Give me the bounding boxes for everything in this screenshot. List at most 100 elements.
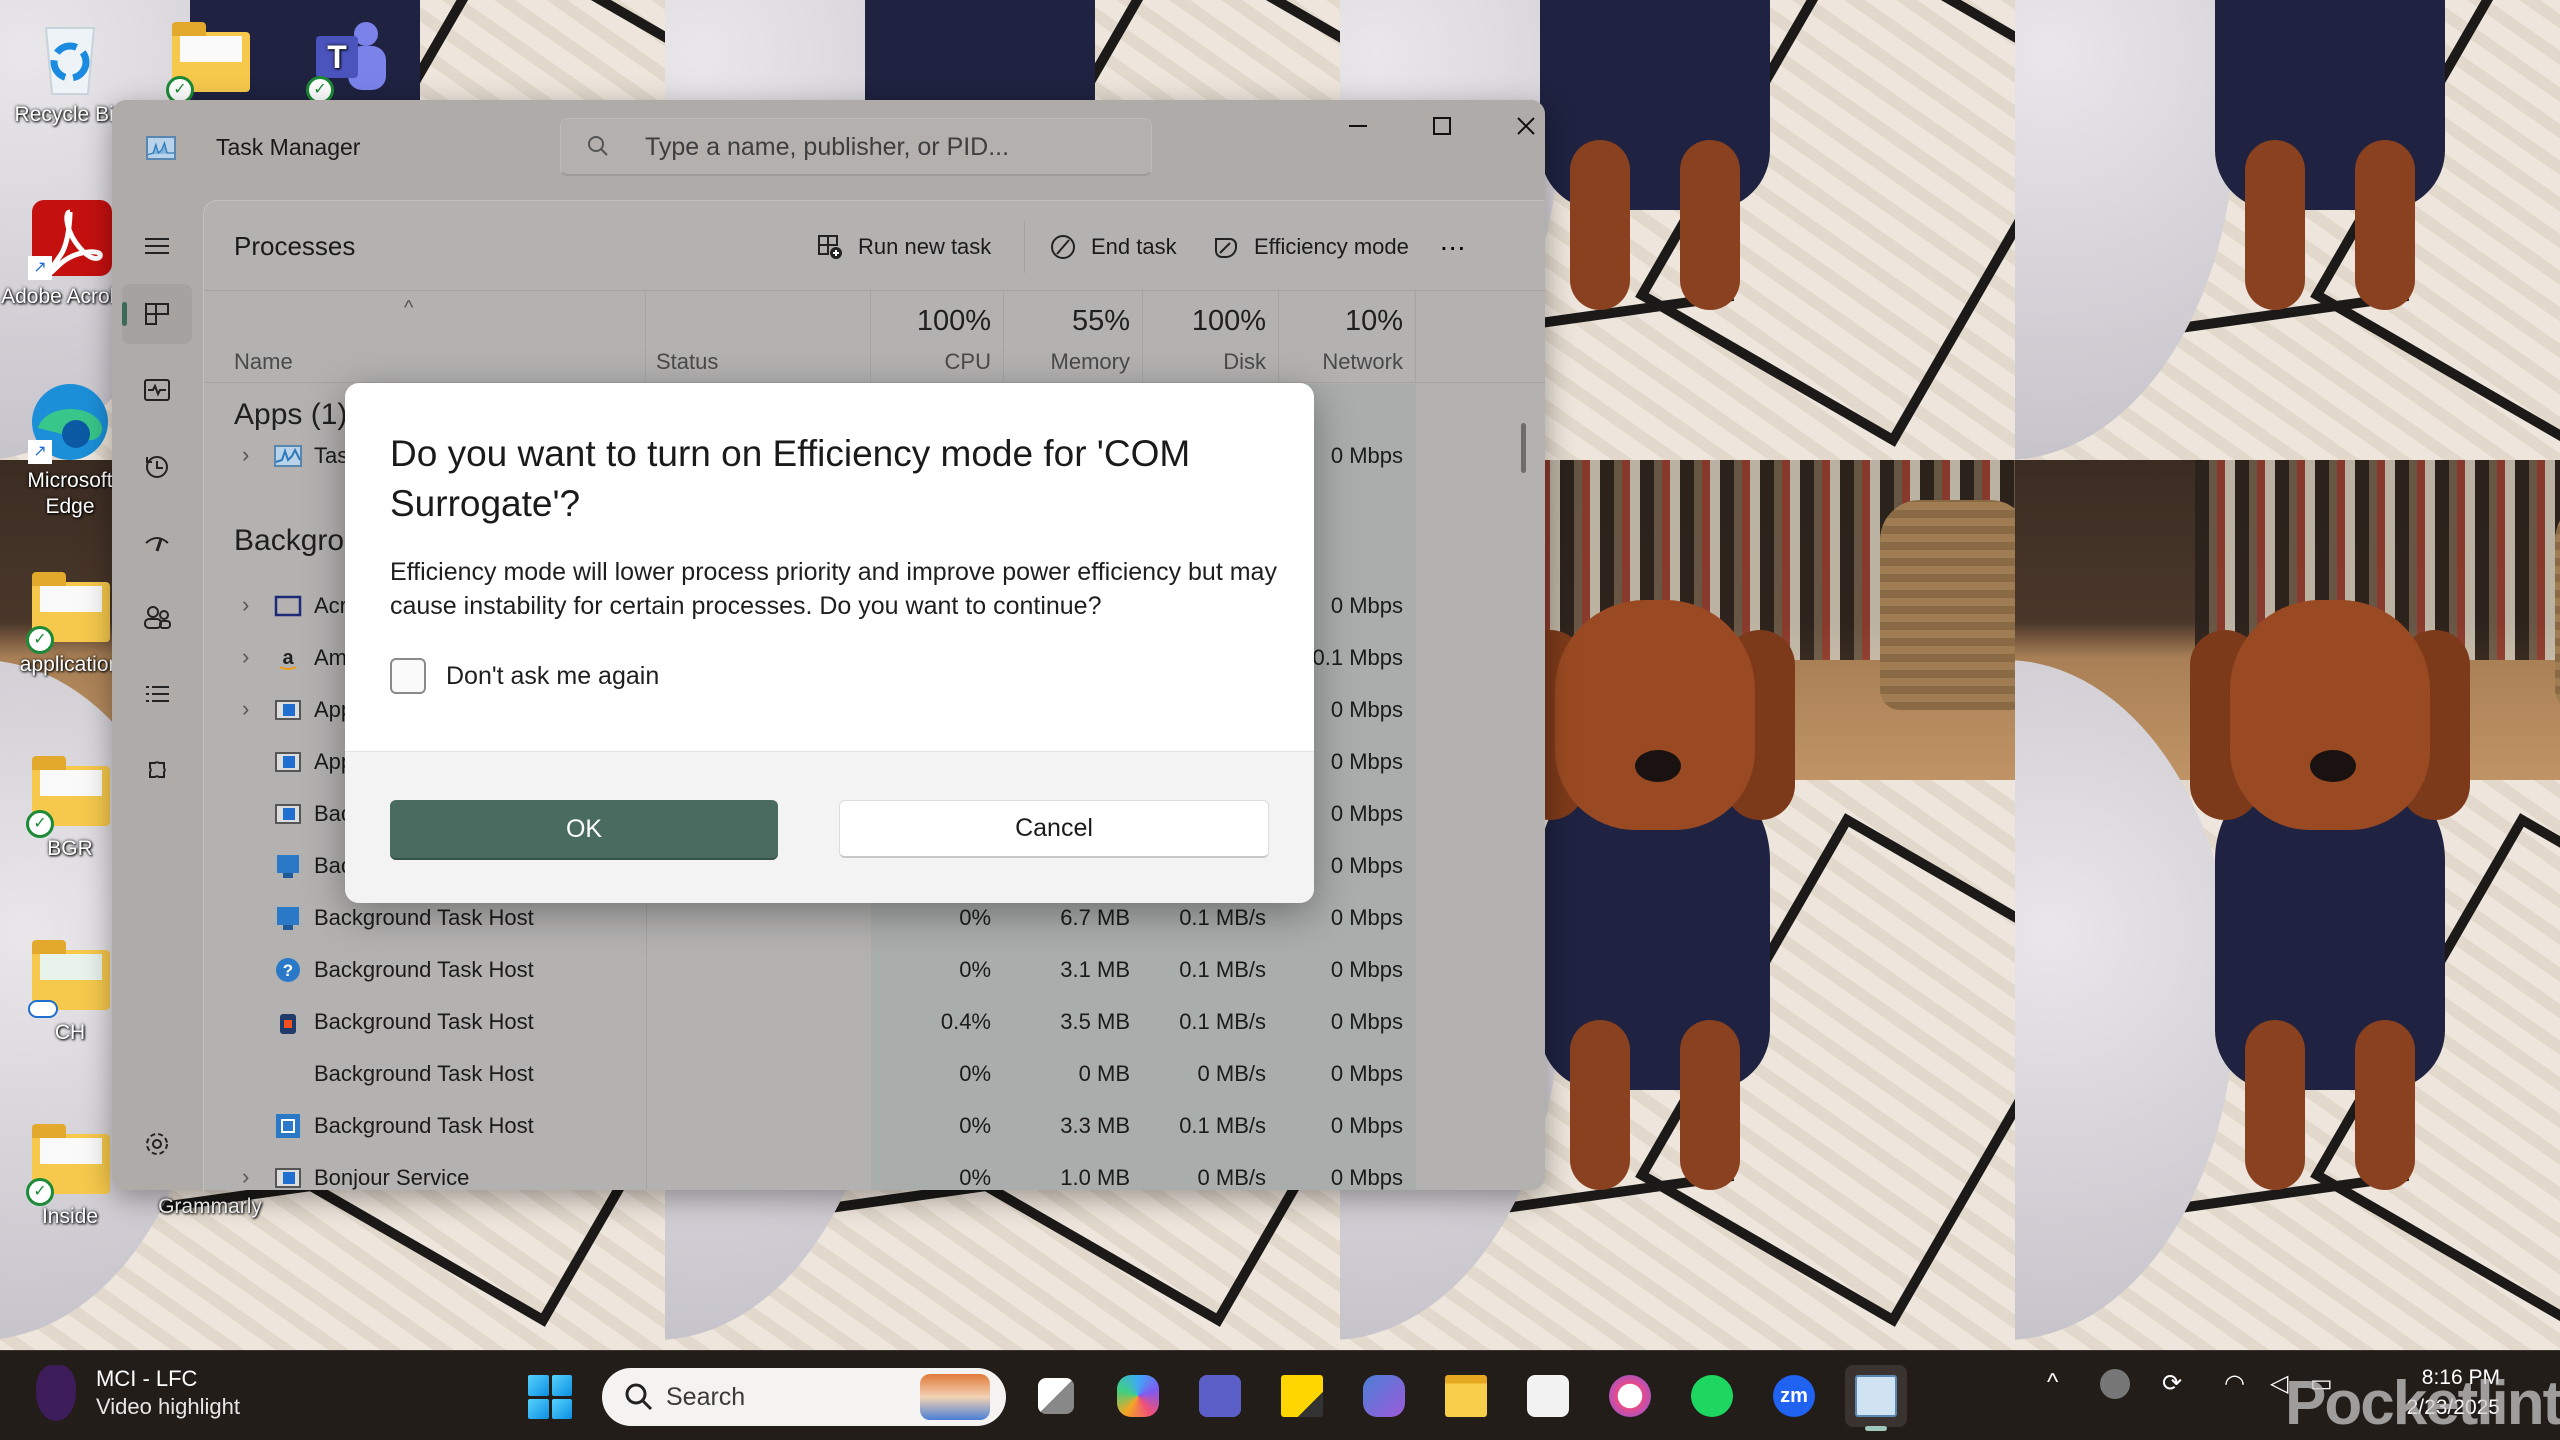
show-hidden-icons-button[interactable]: ^ — [2047, 1369, 2058, 1397]
sync-ok-icon: ✓ — [26, 626, 54, 654]
title-bar[interactable]: Task Manager — [112, 100, 1545, 200]
desktop-icon-folder[interactable]: ✓ — [140, 14, 280, 104]
taskbar-task-manager[interactable] — [1845, 1365, 1907, 1431]
nav-processes[interactable] — [122, 284, 192, 344]
process-row[interactable]: Background Task Host 0% 0 MB 0 MB/s 0 Mbps — [204, 1048, 1416, 1100]
watermark: Pocketlint — [2285, 1369, 2560, 1438]
taskbar-itunes[interactable] — [1599, 1365, 1661, 1427]
process-name: Background Task Host — [314, 905, 534, 930]
process-disk-value: 0.1 MB/s — [1179, 957, 1266, 982]
taskbar-search[interactable] — [602, 1368, 1006, 1426]
svg-text:a: a — [282, 647, 294, 669]
taskbar-zoom[interactable]: zm — [1763, 1365, 1825, 1427]
column-cpu[interactable]: 100% CPU — [871, 291, 1004, 383]
column-name[interactable]: ^ Name — [204, 291, 646, 383]
teams-icon — [1199, 1375, 1241, 1417]
minimize-button[interactable] — [1316, 100, 1400, 152]
search-icon — [588, 136, 608, 156]
process-row[interactable]: › Bonjour Service 0% 1.0 MB 0 MB/s 0 Mbps — [204, 1152, 1416, 1190]
wallpaper-tile — [2015, 460, 2560, 1350]
onedrive-error-icon[interactable] — [2100, 1369, 2130, 1399]
end-task-button[interactable]: End task — [1049, 225, 1177, 269]
app-frame-icon — [275, 700, 301, 720]
expand-chevron-icon[interactable]: › — [242, 592, 249, 618]
taskbar-spotify[interactable] — [1681, 1365, 1743, 1427]
printer-icon — [276, 1114, 300, 1138]
process-search-box[interactable] — [560, 118, 1152, 176]
process-network-value: 0 Mbps — [1330, 443, 1403, 468]
taskbar-file-explorer[interactable] — [1435, 1365, 1497, 1427]
desktop-icon-teams[interactable]: T ✓ — [280, 14, 420, 104]
process-cpu-value: 0% — [959, 1061, 991, 1086]
cancel-button[interactable]: Cancel — [839, 800, 1269, 858]
monitor-icon — [277, 855, 299, 878]
nav-performance[interactable] — [122, 360, 192, 420]
process-row[interactable]: Background Task Host 0.4% 3.5 MB 0.1 MB/s 0 … — [204, 996, 1416, 1048]
vertical-scrollbar[interactable] — [1521, 423, 1526, 473]
folder-icon — [28, 932, 112, 1018]
close-button[interactable] — [1484, 100, 1545, 152]
taskbar-task-view[interactable] — [1025, 1365, 1087, 1427]
memory-total: 55% — [1071, 305, 1130, 337]
nav-users[interactable] — [122, 588, 192, 648]
process-memory-value: 3.5 MB — [1060, 1009, 1130, 1034]
task-view-icon — [1038, 1378, 1074, 1414]
end-task-icon — [1051, 235, 1075, 259]
svg-text:?: ? — [283, 961, 293, 980]
maximize-button[interactable] — [1400, 100, 1484, 152]
more-options-button[interactable]: ... — [1440, 225, 1466, 257]
process-search-input[interactable] — [645, 119, 1135, 175]
disk-total: 100% — [1191, 305, 1266, 337]
wifi-icon[interactable]: ◠ — [2224, 1369, 2245, 1398]
process-network-value: 0 Mbps — [1330, 1009, 1403, 1034]
taskbar-search-input[interactable] — [666, 1368, 896, 1426]
taskbar-microsoft-store[interactable] — [1517, 1365, 1579, 1427]
taskbar-copilot[interactable] — [1107, 1365, 1169, 1427]
users-icon — [144, 606, 171, 629]
process-row[interactable]: Background Task Host 0% 3.3 MB 0.1 MB/s 0 Mb… — [204, 1100, 1416, 1152]
process-row[interactable]: ? Background Task Host 0% 3.1 MB 0.1 MB/s 0 M… — [204, 944, 1416, 996]
expand-chevron-icon[interactable]: › — [242, 1164, 249, 1190]
dont-ask-again-checkbox[interactable]: Don't ask me again — [390, 658, 659, 694]
process-cpu-value: 0% — [959, 1113, 991, 1138]
process-network-value: 0 Mbps — [1330, 905, 1403, 930]
expand-chevron-icon[interactable]: › — [242, 644, 249, 670]
column-status[interactable]: Status — [646, 291, 871, 383]
sync-icon[interactable]: ⟳ — [2162, 1369, 2182, 1398]
sort-ascending-icon: ^ — [404, 297, 414, 319]
checkbox-box[interactable] — [390, 658, 426, 694]
hamburger-menu-button[interactable] — [122, 216, 192, 276]
ok-button[interactable]: OK — [390, 800, 778, 860]
column-disk[interactable]: 100% Disk — [1143, 291, 1279, 383]
dialog-message: Efficiency mode will lower process prior… — [390, 558, 1277, 620]
nav-app-history[interactable] — [122, 436, 192, 496]
taskbar-teams[interactable] — [1189, 1365, 1251, 1427]
teams-icon: T ✓ — [306, 14, 392, 104]
taskbar-power-automate[interactable] — [1353, 1365, 1415, 1427]
settings-gear-icon — [146, 1133, 168, 1155]
folder-icon: ✓ — [26, 1116, 112, 1206]
news-widget[interactable]: MCI - LFC Video highlight — [36, 1365, 240, 1421]
expand-chevron-icon[interactable]: › — [242, 442, 249, 468]
task-manager-app-icon — [146, 136, 176, 160]
start-button[interactable] — [528, 1375, 572, 1419]
run-new-task-button[interactable]: Run new task — [816, 225, 991, 269]
nav-services[interactable] — [122, 740, 192, 800]
dialog-footer: OK Cancel — [345, 751, 1314, 903]
column-network[interactable]: 10% Network — [1279, 291, 1416, 383]
column-headers: ^ Name Status 100% CPU 55% Memory 100% D… — [204, 291, 1545, 383]
startup-apps-icon — [145, 537, 169, 552]
sync-ok-icon: ✓ — [26, 1178, 54, 1206]
nav-startup-apps[interactable] — [122, 512, 192, 572]
command-bar: Processes Run new task End task Efficien… — [204, 201, 1545, 291]
efficiency-mode-button[interactable]: Efficiency mode — [1212, 225, 1409, 269]
expand-chevron-icon[interactable]: › — [242, 696, 249, 722]
taskbar-sticky-notes[interactable] — [1271, 1365, 1333, 1427]
nav-details[interactable] — [122, 664, 192, 724]
process-name: Bonjour Service — [314, 1165, 470, 1190]
column-memory[interactable]: 55% Memory — [1004, 291, 1143, 383]
process-network-value: 0 Mbps — [1330, 1061, 1403, 1086]
process-network-value: 0 Mbps — [1330, 853, 1403, 878]
nav-settings[interactable] — [122, 1114, 192, 1174]
taskbar: MCI - LFC Video highlight zm ^ ⟳ ◠ ◁ ▭ 8… — [0, 1350, 2560, 1440]
